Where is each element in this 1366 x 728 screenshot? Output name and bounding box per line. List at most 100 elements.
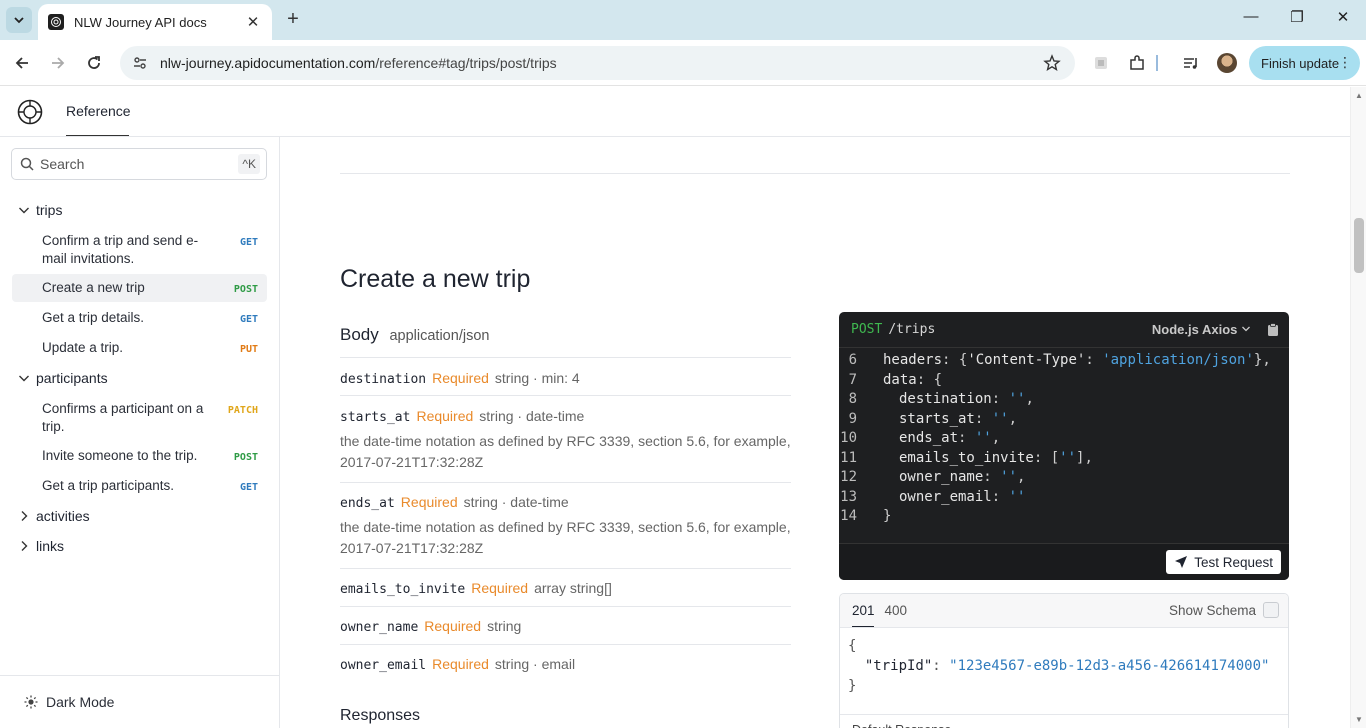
param-name: owner_name [340, 620, 419, 635]
response-json: { "tripId": "123e4567-e89b-12d3-a456-426… [848, 638, 1270, 694]
restore-window-button[interactable]: ❐ [1282, 8, 1312, 26]
back-button[interactable] [10, 51, 34, 75]
page-scrollbar[interactable]: ▲ ▼ [1350, 87, 1366, 728]
param-description: the date-time notation as defined by RFC… [340, 433, 791, 470]
sidebar-group-trips[interactable]: trips [18, 202, 62, 218]
method-badge-patch: PATCH [227, 405, 258, 416]
site-info-icon[interactable] [132, 55, 148, 71]
param-starts-at: starts_at Required string · date-time the … [340, 408, 791, 473]
tab-response-400[interactable]: 400 [885, 603, 908, 618]
tab-response-201[interactable]: 201 [852, 603, 875, 627]
param-required: Required [416, 408, 474, 424]
finish-update-label: Finish update [1261, 55, 1340, 71]
code-text: ends_at: '', [883, 430, 1000, 450]
code-token: ], [1076, 449, 1093, 466]
dark-mode-toggle[interactable]: Dark Mode [0, 675, 279, 728]
dark-mode-label: Dark Mode [46, 694, 115, 710]
sidebar-group-participants[interactable]: participants [18, 370, 108, 386]
param-name: owner_email [340, 658, 427, 673]
reload-button[interactable] [82, 51, 106, 75]
more-vert-icon[interactable]: ⋮ [1338, 54, 1352, 71]
code-token: , [1025, 391, 1034, 407]
browser-tab-active[interactable]: NLW Journey API docs ✕ [38, 4, 272, 40]
json-value: "123e4567-e89b-12d3-a456-426614174000" [949, 658, 1270, 674]
method-badge-post: POST [233, 452, 258, 463]
divider [340, 644, 791, 645]
code-token: : [991, 391, 1009, 407]
profile-avatar[interactable] [1217, 53, 1237, 73]
bookmark-star-icon[interactable] [1043, 54, 1061, 72]
code-token: '' [974, 430, 992, 446]
sidebar-item-get-trip[interactable]: Get a trip details. GET [12, 304, 267, 332]
sidebar-item-create-trip[interactable]: Create a new trip POST [12, 274, 267, 302]
sidebar-item-label: Confirm a trip and send e-mail invitatio… [42, 233, 199, 266]
new-tab-button[interactable]: + [282, 8, 304, 30]
code-token: : [958, 430, 975, 446]
copy-clipboard-icon[interactable] [1267, 323, 1279, 340]
json-open-brace: { [848, 638, 857, 654]
code-token: starts_at [899, 410, 975, 427]
browser-toolbar: nlw-journey.apidocumentation.com/referen… [0, 40, 1366, 86]
reload-icon [88, 56, 100, 69]
code-line: 9 starts_at: '', [839, 411, 1289, 431]
scroll-up-icon[interactable]: ▲ [1355, 91, 1363, 100]
code-token: }, [1253, 352, 1271, 368]
sidebar-item-invite[interactable]: Invite someone to the trip. POST [12, 442, 267, 470]
divider [340, 568, 791, 569]
sidebar-item-label: Get a trip details. [42, 310, 145, 325]
code-token: : [1085, 352, 1103, 368]
code-token: : [ [1033, 449, 1060, 466]
finish-update-button[interactable]: Finish update ⋮ [1249, 46, 1360, 80]
minimize-window-button[interactable]: — [1236, 8, 1266, 25]
tab-search-button[interactable] [6, 7, 32, 33]
sidebar-item-label: Confirms a participant on a trip. [42, 401, 204, 434]
scroll-down-icon[interactable]: ▼ [1355, 715, 1363, 724]
code-line: 12 owner_name: '', [839, 469, 1289, 489]
sidebar-item-confirm-trip[interactable]: Confirm a trip and send e-mail invitatio… [12, 231, 267, 269]
code-token: : [974, 410, 992, 427]
param-required: Required [400, 494, 458, 510]
sidebar-group-label: links [36, 538, 65, 554]
sidebar: Search ^K trips Confirm a trip and send … [0, 137, 280, 728]
extensions-puzzle-icon[interactable] [1126, 52, 1148, 74]
browser-tab-strip: NLW Journey API docs ✕ + — ❐ ✕ [0, 0, 1366, 40]
code-token: '' [991, 410, 1009, 427]
close-window-button[interactable]: ✕ [1328, 8, 1358, 26]
close-tab-icon[interactable]: ✕ [244, 13, 262, 31]
method-badge-get: GET [239, 314, 258, 325]
tab-reference[interactable]: Reference [66, 87, 131, 137]
show-schema-checkbox[interactable] [1263, 602, 1279, 618]
tab-title: NLW Journey API docs [74, 14, 207, 30]
language-select[interactable]: Node.js Axios [1152, 322, 1251, 337]
code-token: : { [916, 371, 943, 388]
extension-icon[interactable] [1090, 52, 1112, 74]
show-schema-label[interactable]: Show Schema [1169, 603, 1256, 618]
sidebar-group-label: participants [36, 370, 108, 386]
param-name: ends_at [340, 496, 395, 511]
code-text: } [883, 508, 891, 528]
media-control-icon[interactable] [1180, 52, 1202, 74]
param-required: Required [471, 580, 529, 596]
line-number: 6 [848, 352, 857, 368]
code-text: emails_to_invite: [''], [883, 450, 1093, 470]
brand-logo-icon[interactable] [17, 99, 43, 125]
sidebar-item-confirm-participant[interactable]: Confirms a participant on a trip. PATCH [12, 399, 267, 437]
body-label: Body [340, 325, 379, 344]
code-token: headers [883, 352, 943, 368]
sidebar-group-activities[interactable]: activities [18, 508, 90, 524]
divider [340, 395, 791, 396]
sidebar-group-links[interactable]: links [18, 538, 64, 554]
request-path: /trips [888, 322, 936, 337]
code-line: 11 emails_to_invite: [''], [839, 450, 1289, 470]
address-bar[interactable]: nlw-journey.apidocumentation.com/referen… [120, 46, 1075, 80]
sidebar-item-get-participants[interactable]: Get a trip participants. GET [12, 472, 267, 500]
test-request-button[interactable]: Test Request [1166, 550, 1281, 574]
forward-button[interactable] [46, 51, 70, 75]
code-token: emails_to_invite [899, 449, 1034, 466]
divider [340, 482, 791, 483]
code-token: '' [1008, 488, 1026, 505]
search-input[interactable]: Search ^K [11, 148, 267, 180]
line-number: 7 [848, 371, 857, 388]
scrollbar-thumb[interactable] [1354, 218, 1364, 273]
sidebar-item-update-trip[interactable]: Update a trip. PUT [12, 334, 267, 362]
